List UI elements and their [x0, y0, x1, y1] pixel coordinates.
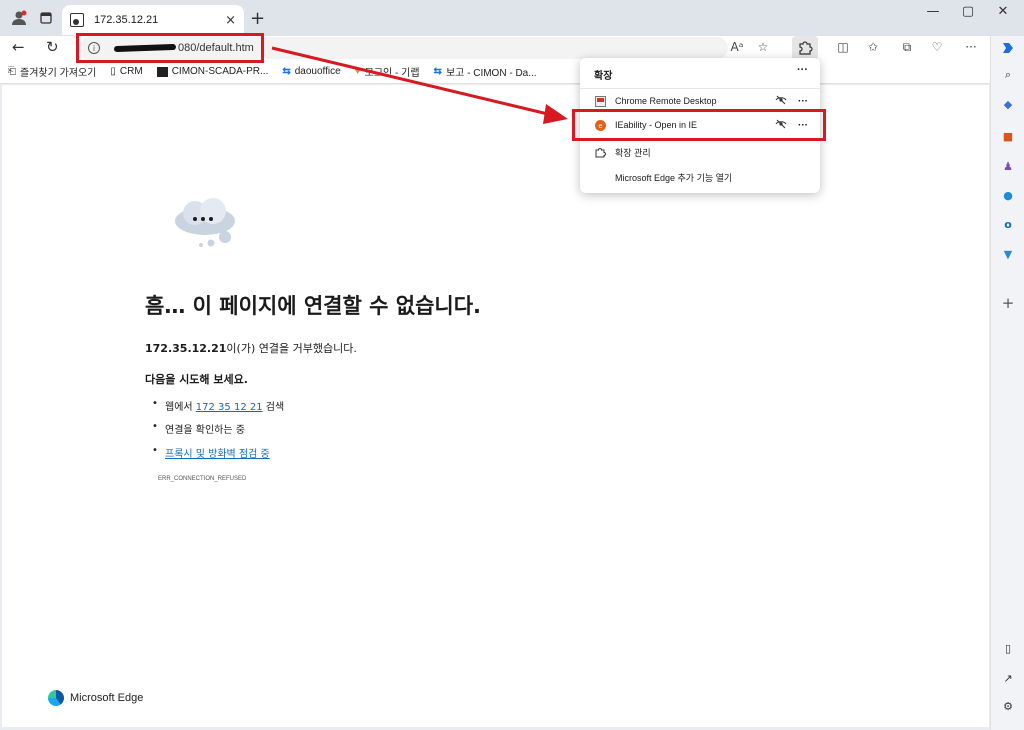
annotation-arrow: [271, 46, 568, 124]
